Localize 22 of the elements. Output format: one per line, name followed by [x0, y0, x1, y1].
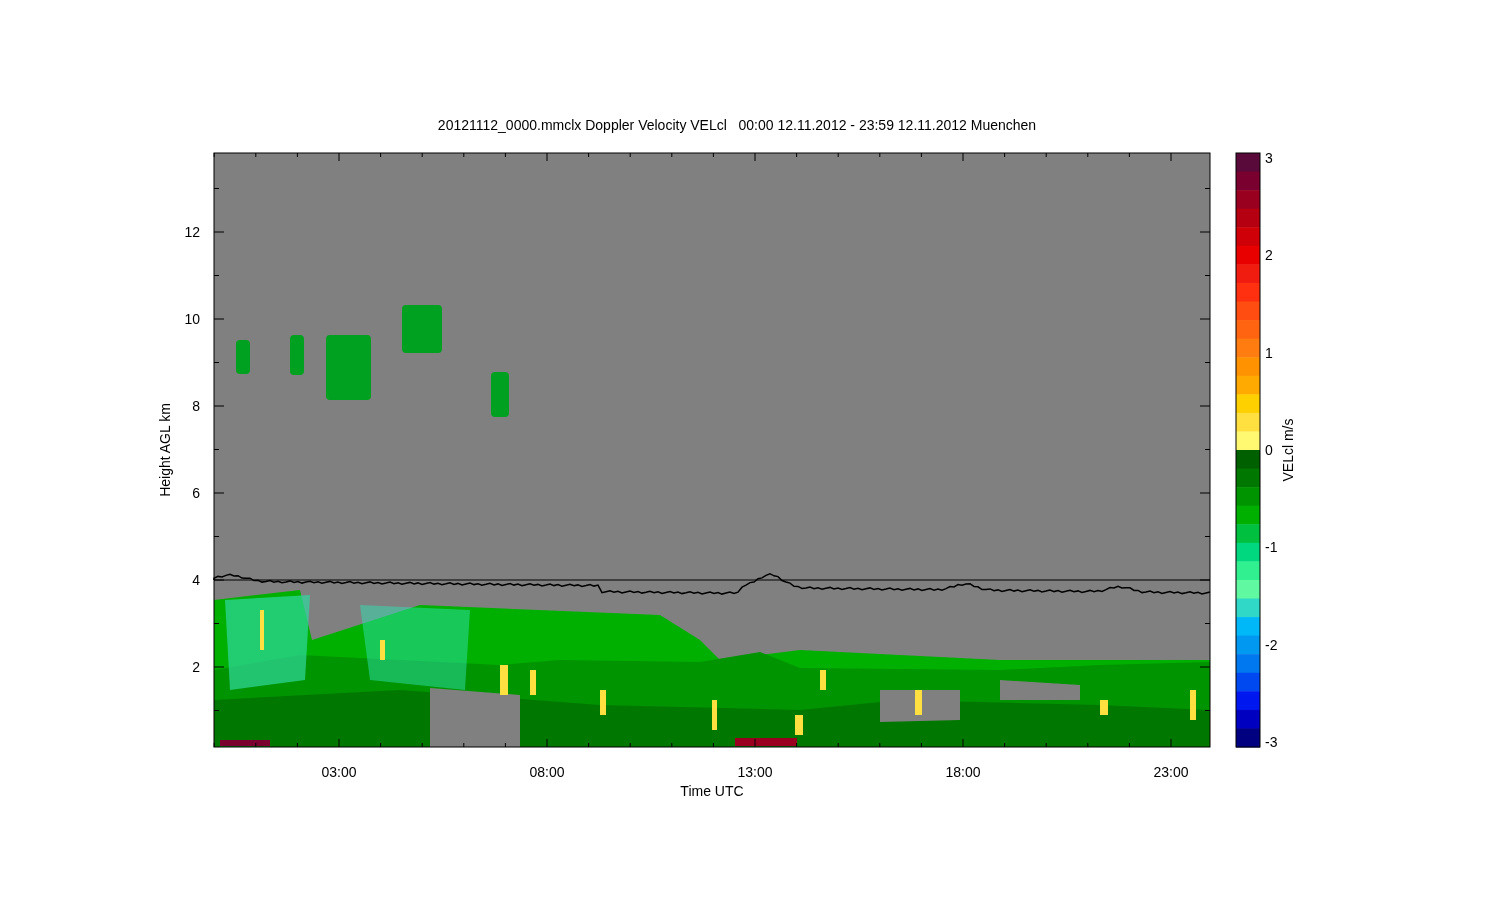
colorbar-tick-label: -1: [1265, 539, 1278, 556]
y-tick-label: 12: [184, 224, 200, 240]
x-tick-label: 08:00: [529, 764, 565, 780]
y-axis-label: Height AGL km: [157, 403, 173, 497]
colorbar-label: VELcl m/s: [1280, 418, 1296, 482]
y-tick-label: 2: [192, 659, 200, 675]
x-tick-label: 13:00: [737, 764, 773, 780]
chart-title: 20121112_0000.mmclx Doppler Velocity VELcl 00:00 12.11.2012 - 23:59 12.11.2012 Muenchen: [437, 117, 1037, 133]
y-tick-label: 10: [184, 311, 200, 327]
colorbar-tick-label: -2: [1265, 636, 1278, 653]
colorbar-tick-label: -3: [1265, 734, 1278, 750]
y-tick-label: 4: [192, 572, 200, 588]
x-tick-label: 03:00: [321, 764, 357, 780]
colorbar-tick-label: 2: [1265, 247, 1273, 264]
colorbar-tick-label: 1: [1265, 344, 1273, 361]
x-tick-label: 18:00: [945, 764, 981, 780]
colorbar-tick-label: 3: [1265, 150, 1273, 166]
x-tick-label: 23:00: [1153, 764, 1189, 780]
y-tick-label: 8: [192, 398, 200, 414]
x-axis-label: Time UTC: [680, 783, 744, 799]
y-tick-label: 6: [192, 485, 200, 501]
colorbar-tick-label: 0: [1265, 442, 1273, 458]
